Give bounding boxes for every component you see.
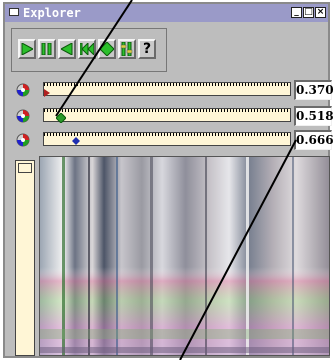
color-wheel-icon [16,133,30,147]
bounce-button[interactable] [98,39,116,59]
slider-ticks [44,109,290,112]
slider-track-3[interactable] [43,132,291,146]
slider-row-2: 0.518 [13,106,334,126]
slider-track-2[interactable] [43,108,291,123]
slider-row-1: 0.370 [13,80,334,100]
vertical-slider-thumb[interactable] [18,163,32,173]
slider-marker-2[interactable] [56,113,66,123]
reverse-icon [61,43,73,55]
close-button[interactable]: × [315,7,326,18]
slider-value-1[interactable]: 0.370 [294,80,334,100]
vertical-slider[interactable] [15,160,35,356]
slider-marker-3[interactable] [72,137,80,145]
pause-button[interactable] [38,39,56,59]
slider-ticks [44,83,290,86]
settings-icon [121,42,133,56]
window-title: Explorer [23,6,81,20]
color-wheel-icon [16,109,30,123]
settings-button[interactable] [118,39,136,59]
spectral-image [40,157,329,355]
slider-ticks [44,133,290,136]
color-wheel-icon [16,83,30,97]
play-button[interactable] [18,39,36,59]
help-button[interactable]: ? [138,39,156,59]
slider-value-3[interactable]: 0.666 [294,130,334,150]
reverse-button[interactable] [58,39,76,59]
maximize-button[interactable]: □ [303,7,314,18]
playback-toolbar: ? [11,28,167,72]
minimize-button[interactable]: _ [291,7,302,18]
system-menu-icon[interactable] [9,8,19,16]
pause-icon [41,43,52,55]
slider-row-3: 0.666 [13,130,334,150]
play-icon [21,43,33,55]
image-viewer[interactable] [39,156,330,356]
bounce-icon [100,42,114,56]
help-icon: ? [142,41,152,57]
titlebar[interactable]: Explorer _ □ × [5,4,328,22]
slider-track-1[interactable] [43,82,291,97]
slider-marker-1[interactable] [44,89,50,97]
rewind-button[interactable] [78,39,96,59]
rewind-icon [80,43,94,55]
explorer-window: Explorer _ □ × ? 0.370 0.518 0.666 [3,2,334,358]
slider-value-2[interactable]: 0.518 [294,106,334,126]
